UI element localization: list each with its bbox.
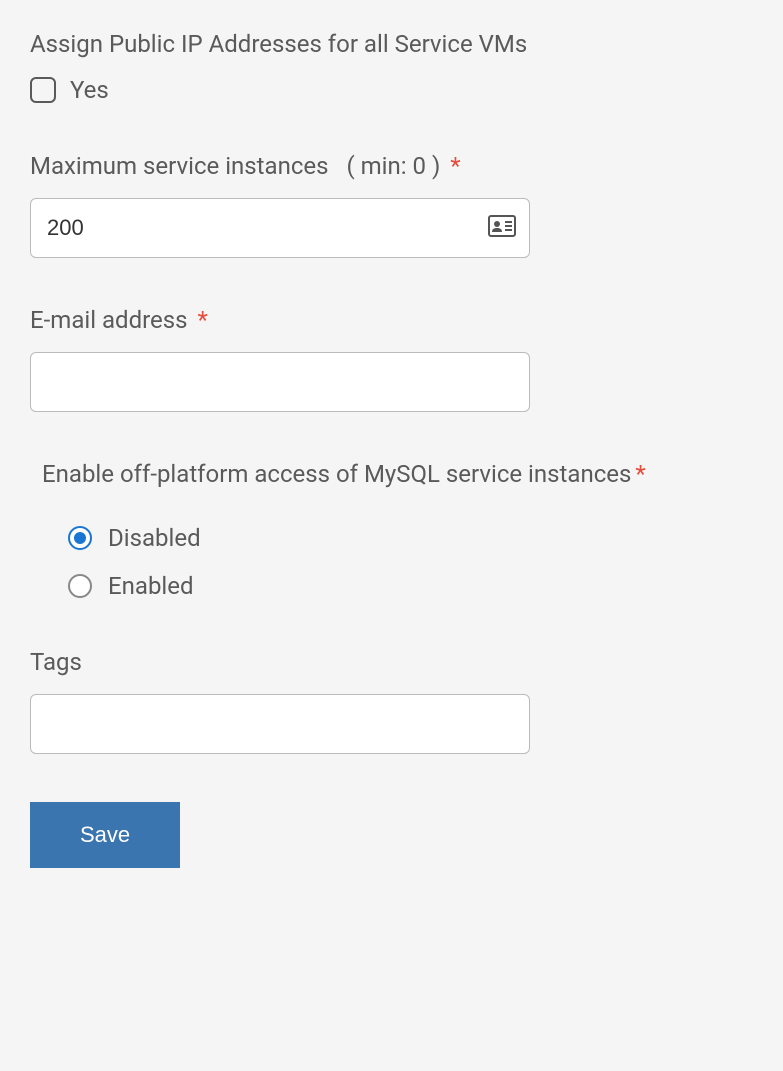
radio-enabled[interactable]	[68, 574, 92, 598]
radio-row-disabled: Disabled	[68, 524, 753, 552]
off-platform-radio-group: Disabled Enabled	[30, 524, 753, 600]
max-instances-input[interactable]	[30, 198, 530, 258]
tags-section: Tags	[30, 648, 753, 754]
off-platform-label-text: Enable off-platform access of MySQL serv…	[42, 460, 631, 488]
assign-ip-checkbox[interactable]	[30, 77, 56, 103]
tags-label: Tags	[30, 648, 753, 676]
assign-ip-label: Assign Public IP Addresses for all Servi…	[30, 30, 753, 58]
save-button[interactable]: Save	[30, 802, 180, 868]
radio-disabled[interactable]	[68, 526, 92, 550]
max-instances-label: Maximum service instances ( min: 0 ) *	[30, 152, 753, 180]
off-platform-label: Enable off-platform access of MySQL serv…	[42, 460, 753, 488]
off-platform-section: Enable off-platform access of MySQL serv…	[30, 460, 753, 600]
required-asterisk: *	[198, 306, 208, 334]
radio-row-enabled: Enabled	[68, 572, 753, 600]
email-label-text: E-mail address	[30, 306, 188, 334]
assign-ip-checkbox-row: Yes	[30, 76, 753, 104]
email-label: E-mail address *	[30, 306, 753, 334]
tags-input[interactable]	[30, 694, 530, 754]
email-section: E-mail address *	[30, 306, 753, 412]
assign-ip-checkbox-label: Yes	[70, 76, 109, 104]
assign-ip-section: Assign Public IP Addresses for all Servi…	[30, 30, 753, 104]
radio-enabled-label: Enabled	[108, 572, 194, 600]
max-instances-input-wrapper	[30, 198, 530, 258]
max-instances-label-text: Maximum service instances	[30, 152, 329, 180]
required-asterisk: *	[635, 460, 645, 488]
email-input[interactable]	[30, 352, 530, 412]
radio-disabled-label: Disabled	[108, 524, 201, 552]
required-asterisk: *	[450, 152, 460, 180]
max-instances-section: Maximum service instances ( min: 0 ) *	[30, 152, 753, 258]
max-instances-hint: ( min: 0 )	[346, 152, 440, 180]
